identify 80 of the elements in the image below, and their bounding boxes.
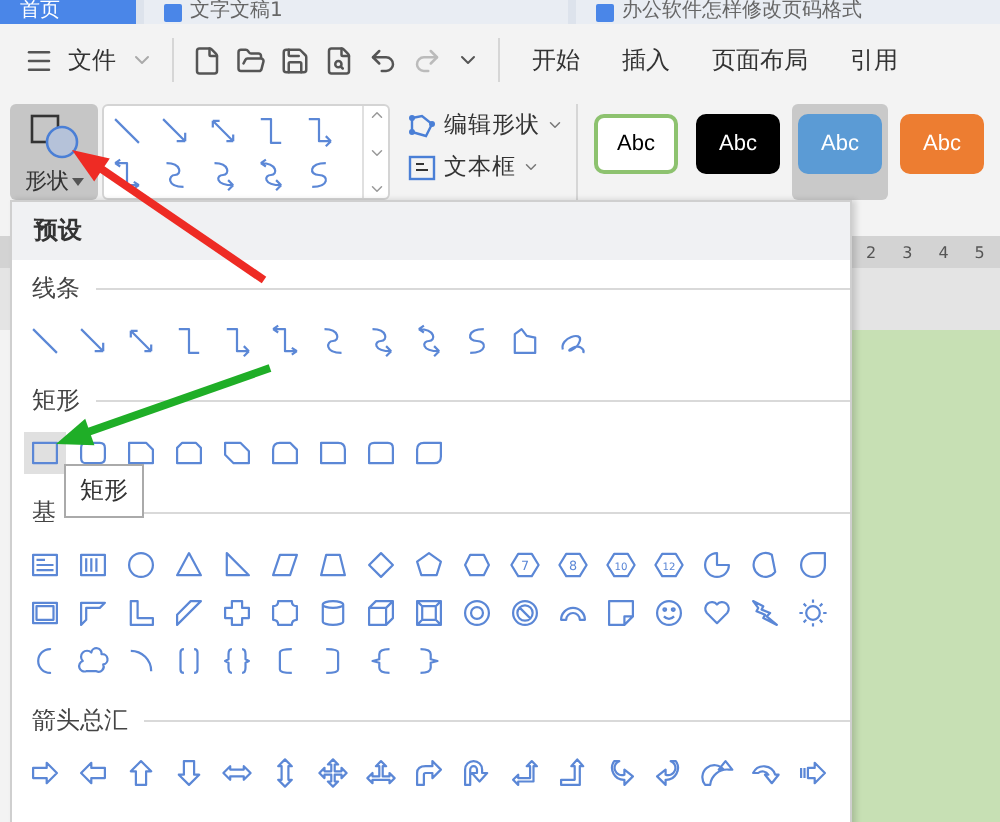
no-symbol-icon [508,595,542,629]
elbow-double-arrow-icon [110,157,144,191]
l-shape-icon [124,595,158,629]
lightning-icon [748,595,782,629]
ribbon-tab[interactable]: 开始 [518,43,594,77]
freeform-icon [508,323,542,357]
folder-icon[interactable] [236,45,266,75]
arrow-line-icon [76,323,110,357]
diagonal-stripe-icon [172,595,206,629]
bent-up-arrow-icon [556,755,590,789]
sun-icon [796,595,830,629]
cross-icon [220,595,254,629]
chevron-icon [546,116,564,134]
section-title: 矩形 [32,383,80,417]
teardrop-icon [796,547,830,581]
bent-arrow-icon [412,755,446,789]
file-menu[interactable]: 文件 [68,43,116,77]
new-document-icon[interactable] [192,45,222,75]
text-box-button[interactable]: 文本框 [406,152,564,182]
u-turn-arrow-icon [460,755,494,789]
caret-icon [71,177,83,185]
ellipse-icon [124,547,158,581]
line-icon [110,113,144,147]
folded-corner-icon [604,595,638,629]
tooltip: 矩形 [64,464,144,518]
double-brace-icon [220,643,254,677]
up-arrow-icon [124,755,158,789]
can-icon [316,595,350,629]
ruler-number: 3 [902,243,913,261]
expand-icon [367,180,385,198]
line-icon [28,323,62,357]
ruler-number: 5 [974,243,985,261]
ribbon-tab[interactable]: 插入 [608,43,684,77]
shape-style-swatch[interactable]: Abc [594,114,678,174]
document-icon [164,3,182,21]
chord-icon [748,547,782,581]
text-box-icon [406,153,438,181]
edit-points-icon [406,111,438,139]
section-title: 箭头总汇 [32,703,128,737]
smiley-icon [652,595,686,629]
plaque-icon [268,595,302,629]
curved-up-arrow-icon [700,755,734,789]
elbow-double-arrow-icon [268,323,302,357]
ruler-number: 4 [938,243,949,261]
print-preview-icon[interactable] [324,45,354,75]
preset-header: 预设 [12,202,850,260]
document-icon [596,3,614,21]
save-icon[interactable] [280,45,310,75]
document-tab[interactable]: 办公软件怎样修改页码格式 [576,0,1000,24]
diamond-icon [364,547,398,581]
heart-icon [700,595,734,629]
shapes-button[interactable]: 形状 [10,104,98,200]
donut-icon [460,595,494,629]
edit-shape-button[interactable]: 编辑形状 [406,110,564,140]
curve-double-arrow-icon [254,157,288,191]
curve-double-arrow-icon [412,323,446,357]
cloud-icon [76,643,110,677]
pentagon-icon [412,547,446,581]
chevron-icon [522,158,540,176]
menu-icon[interactable] [24,45,54,75]
pie-icon [700,547,734,581]
shapes-icon [28,112,80,160]
scroll-up-icon [367,106,385,124]
arrow-line-icon [158,113,192,147]
ribbon-tab[interactable]: 引用 [836,43,912,77]
triangle-icon [172,547,206,581]
document-tab[interactable]: 首页 [0,0,136,24]
ribbon-tab[interactable]: 页面布局 [698,43,822,77]
undo-icon[interactable] [368,45,398,75]
cube-icon [364,595,398,629]
left-right-up-arrow-icon [364,755,398,789]
section-title: 线条 [32,271,80,305]
quad-arrow-icon [316,755,350,789]
right-triangle-icon [220,547,254,581]
ruler-number: 2 [866,243,877,261]
section-title: 基 [32,495,56,529]
down-arrow-icon [172,755,206,789]
shape-style-swatch[interactable]: Abc [696,114,780,174]
left-up-arrow-icon [508,755,542,789]
bevel-icon [412,595,446,629]
